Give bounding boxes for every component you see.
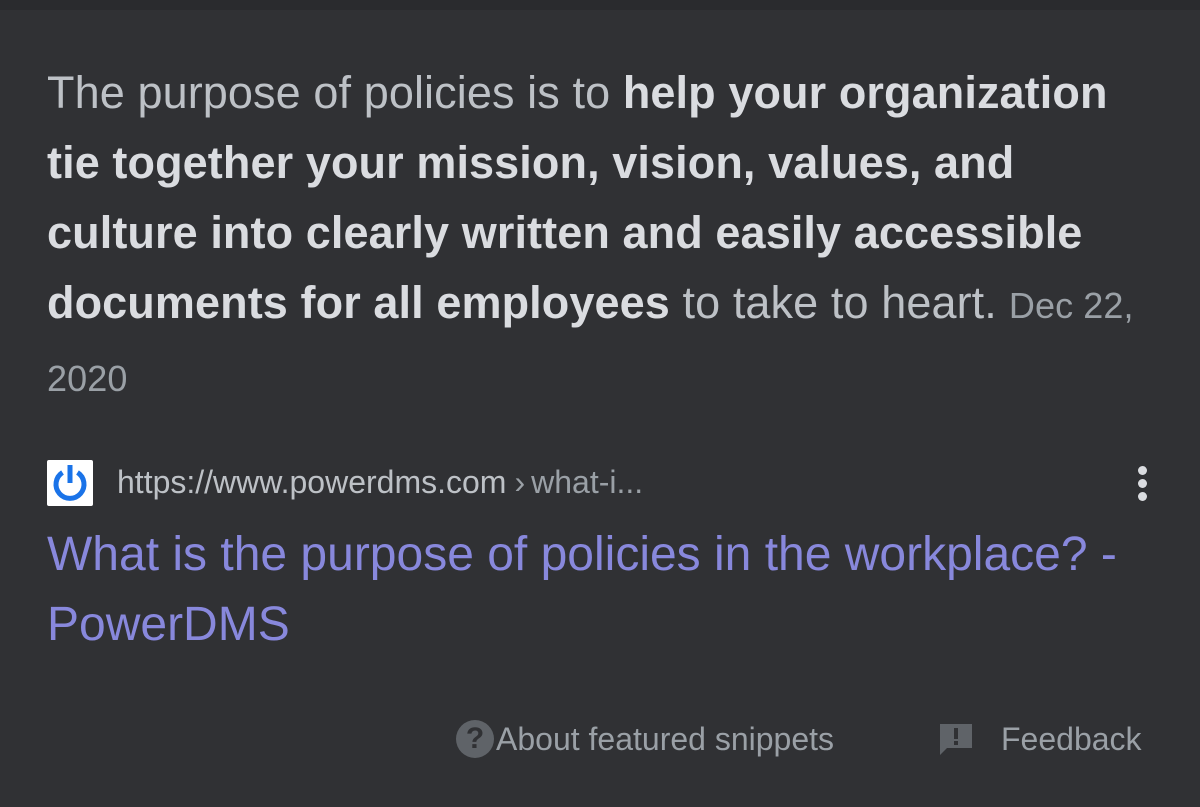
url-path: what-i... [531,464,644,500]
power-icon [47,460,93,506]
feedback-label: Feedback [1001,720,1142,757]
more-vert-icon[interactable] [1129,460,1157,506]
feedback-button[interactable]: Feedback [938,716,1142,762]
card-top-edge [0,0,1200,10]
featured-snippet-card: The purpose of policies is to help your … [0,0,1200,807]
feedback-icon [938,721,974,757]
source-row[interactable]: https://www.powerdms.com › what-i... [47,458,1157,508]
snippet-tail: to take to heart. [669,277,997,328]
about-featured-snippets-button[interactable]: ? About featured snippets [456,716,834,762]
about-label: About featured snippets [496,720,835,757]
snippet-text: The purpose of policies is to help your … [47,58,1167,414]
result-title-link[interactable]: What is the purpose of policies in the w… [47,520,1147,660]
url-separator: › [514,464,526,500]
result-url[interactable]: https://www.powerdms.com › what-i... [117,462,643,502]
help-icon: ? [456,720,494,758]
url-domain: https://www.powerdms.com [117,464,507,500]
snippet-lead: The purpose of policies is to [47,67,623,118]
snippet-footer: ? About featured snippets Feedback [0,716,1200,762]
